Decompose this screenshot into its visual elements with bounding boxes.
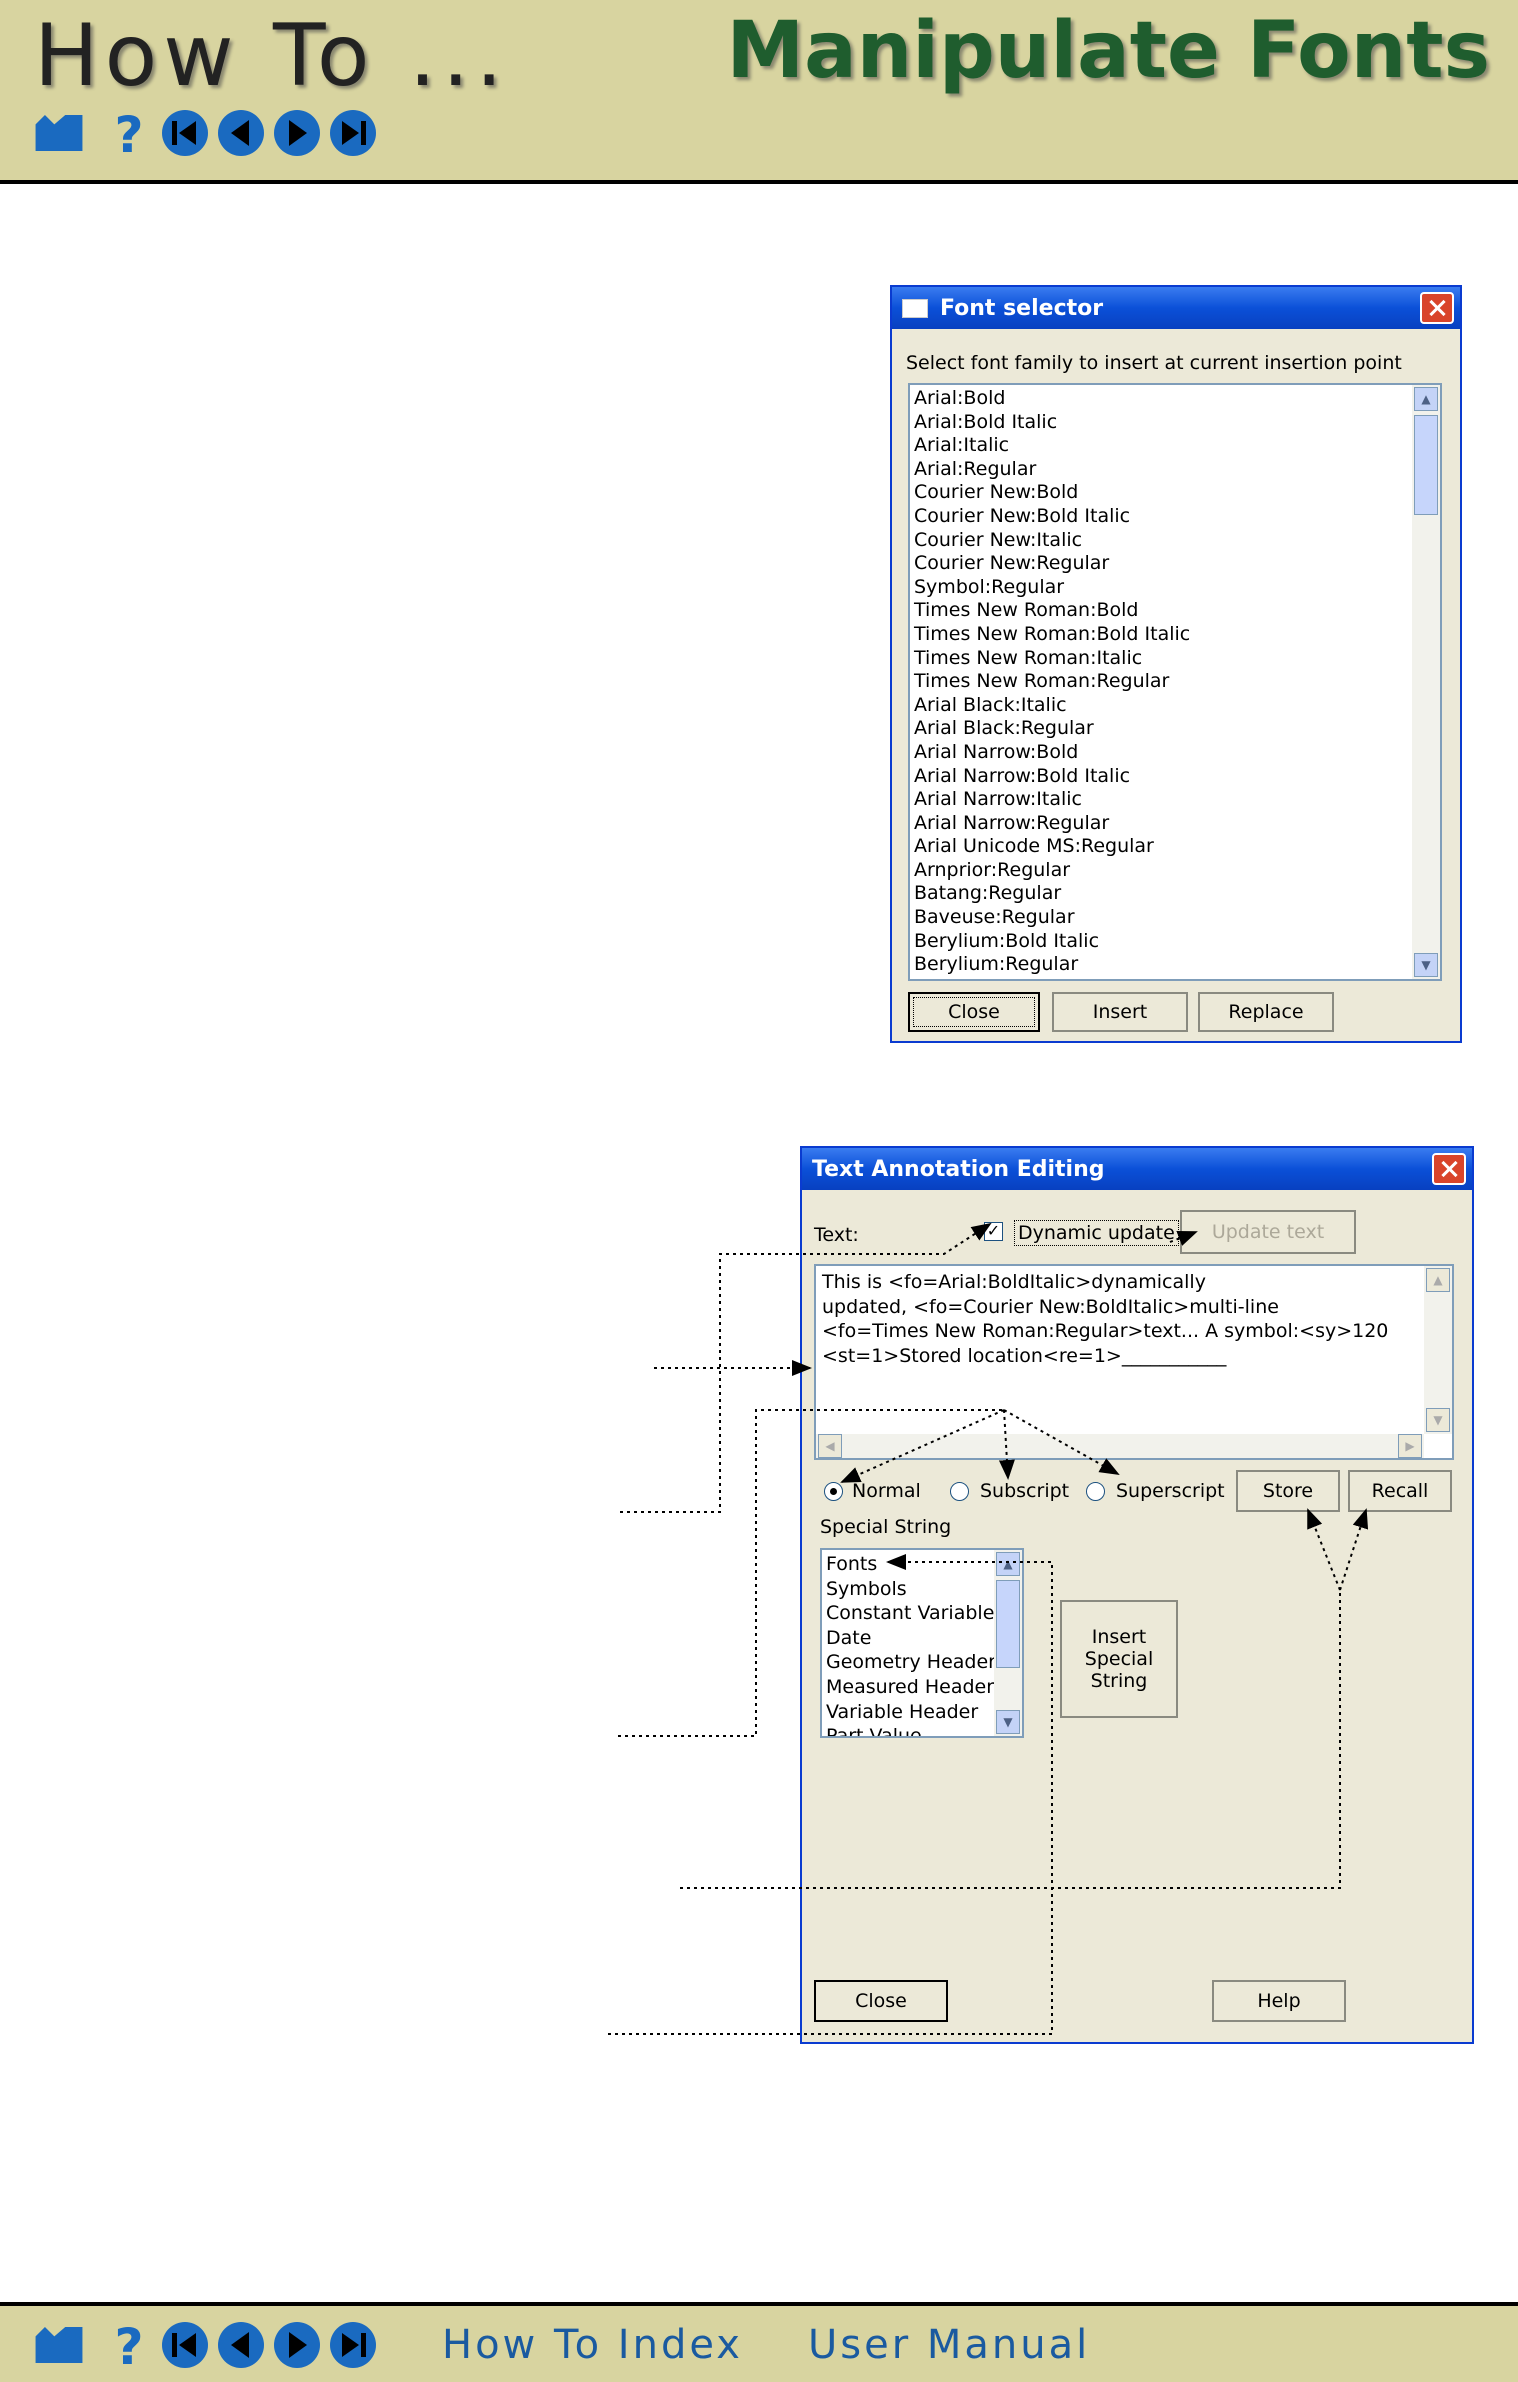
first-page-icon[interactable]	[160, 2320, 210, 2370]
previous-page-icon[interactable]	[216, 2320, 266, 2370]
last-page-icon[interactable]	[328, 2320, 378, 2370]
user-manual-link[interactable]: User Manual	[808, 2322, 1090, 2368]
home-icon[interactable]	[34, 2320, 84, 2370]
help-icon[interactable]: ?	[104, 2320, 154, 2370]
how-to-index-link[interactable]: How To Index	[442, 2322, 743, 2368]
footer-banner: ? How To Index User Manual	[0, 2302, 1518, 2382]
next-page-icon[interactable]	[272, 2320, 322, 2370]
svg-text:?: ?	[114, 2320, 143, 2370]
callout-lines	[608, 1222, 1369, 2035]
